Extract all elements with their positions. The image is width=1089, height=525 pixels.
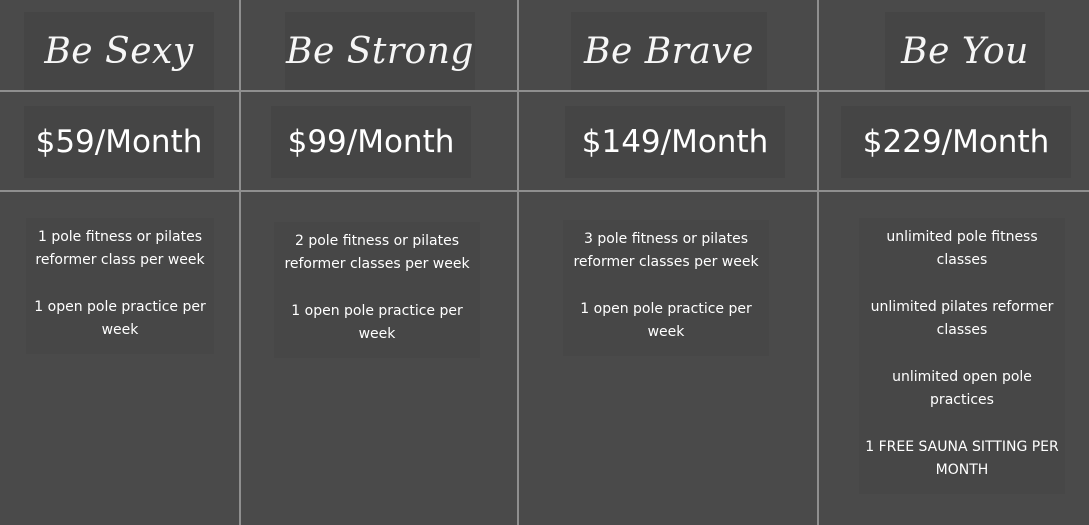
plan-name-box: Be You: [885, 12, 1045, 90]
plan-feature: 2 pole fitness or pilates reformer class…: [284, 233, 470, 272]
plan-price: $229/Month: [862, 124, 1050, 160]
plan-features: unlimited pole fitness classes unlimited…: [859, 218, 1065, 494]
plan-name: Be Strong: [286, 30, 474, 72]
plan-name: Be Brave: [584, 30, 754, 72]
plan-feature: unlimited pole fitness classes: [886, 229, 1038, 268]
plan-price-box: $229/Month: [841, 106, 1071, 178]
plan-feature: 1 FREE SAUNA SITTING PER MONTH: [865, 439, 1059, 478]
plan-column-be-sexy: Be Sexy $59/Month 1 pole fitness or pila…: [0, 0, 239, 525]
plan-name: Be Sexy: [44, 30, 194, 72]
plan-column-be-you: Be You $229/Month unlimited pole fitness…: [819, 0, 1089, 525]
plan-feature: unlimited pilates reformer classes: [870, 299, 1054, 338]
plan-column-be-strong: Be Strong $99/Month 2 pole fitness or pi…: [241, 0, 517, 525]
plan-feature: 1 open pole practice per week: [580, 301, 752, 340]
plan-feature: unlimited open pole practices: [892, 369, 1032, 408]
plan-name-box: Be Brave: [571, 12, 767, 90]
plan-name-box: Be Sexy: [24, 12, 214, 90]
plan-price: $149/Month: [581, 124, 769, 160]
plan-features: 1 pole fitness or pilates reformer class…: [26, 218, 214, 354]
plan-name: Be You: [901, 30, 1029, 72]
pricing-table: Be Sexy $59/Month 1 pole fitness or pila…: [0, 0, 1089, 525]
plan-price-box: $149/Month: [565, 106, 785, 178]
plan-name-box: Be Strong: [285, 12, 475, 90]
plan-price-box: $59/Month: [24, 106, 214, 178]
plan-feature: 3 pole fitness or pilates reformer class…: [573, 231, 759, 270]
plan-feature: 1 open pole practice per week: [34, 299, 206, 338]
plan-price: $99/Month: [287, 124, 455, 160]
plan-column-be-brave: Be Brave $149/Month 3 pole fitness or pi…: [519, 0, 817, 525]
plan-feature: 1 pole fitness or pilates reformer class…: [35, 229, 205, 268]
plan-features: 3 pole fitness or pilates reformer class…: [563, 220, 769, 356]
plan-features: 2 pole fitness or pilates reformer class…: [274, 222, 480, 358]
plan-price: $59/Month: [35, 124, 203, 160]
plan-price-box: $99/Month: [271, 106, 471, 178]
plan-feature: 1 open pole practice per week: [291, 303, 463, 342]
